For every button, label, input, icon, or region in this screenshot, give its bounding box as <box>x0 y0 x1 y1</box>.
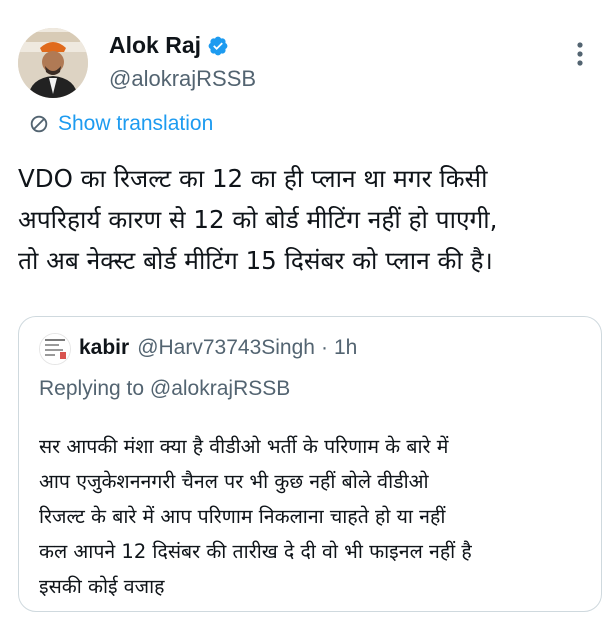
quoted-timestamp[interactable]: 1h <box>334 336 357 360</box>
replying-to-label: Replying to @alokrajRSSB <box>39 377 291 400</box>
author-name[interactable]: Alok Raj <box>109 32 201 59</box>
tweet-body: VDO का रिजल्ट का 12 का ही प्लान था मगर क… <box>18 164 498 275</box>
header-separator: · <box>320 336 328 359</box>
verified-badge-icon <box>208 36 228 55</box>
show-translation-label[interactable]: Show translation <box>58 112 213 136</box>
author-handle[interactable]: @alokrajRSSB <box>109 66 256 92</box>
author-avatar[interactable] <box>18 28 88 98</box>
more-options-icon[interactable] <box>562 36 598 72</box>
quoted-author-name[interactable]: kabir <box>79 336 129 360</box>
tweet-header: Alok Raj @alokrajRSSB <box>18 22 598 102</box>
show-translation-link[interactable]: Show translation <box>28 112 213 136</box>
quoted-author-avatar[interactable] <box>39 333 71 365</box>
quoted-tweet-body: सर आपकी मंशा क्या है वीडीओ भर्ती के परिण… <box>39 435 472 598</box>
quoted-tweet-card[interactable]: kabir @Harv73743Singh · 1h Replying to @… <box>18 316 602 612</box>
quoted-tweet-header: kabir @Harv73743Singh · 1h <box>79 336 357 360</box>
author-name-row[interactable]: Alok Raj <box>109 32 229 59</box>
quoted-author-handle[interactable]: @Harv73743Singh <box>137 336 315 360</box>
translate-icon <box>30 115 48 133</box>
